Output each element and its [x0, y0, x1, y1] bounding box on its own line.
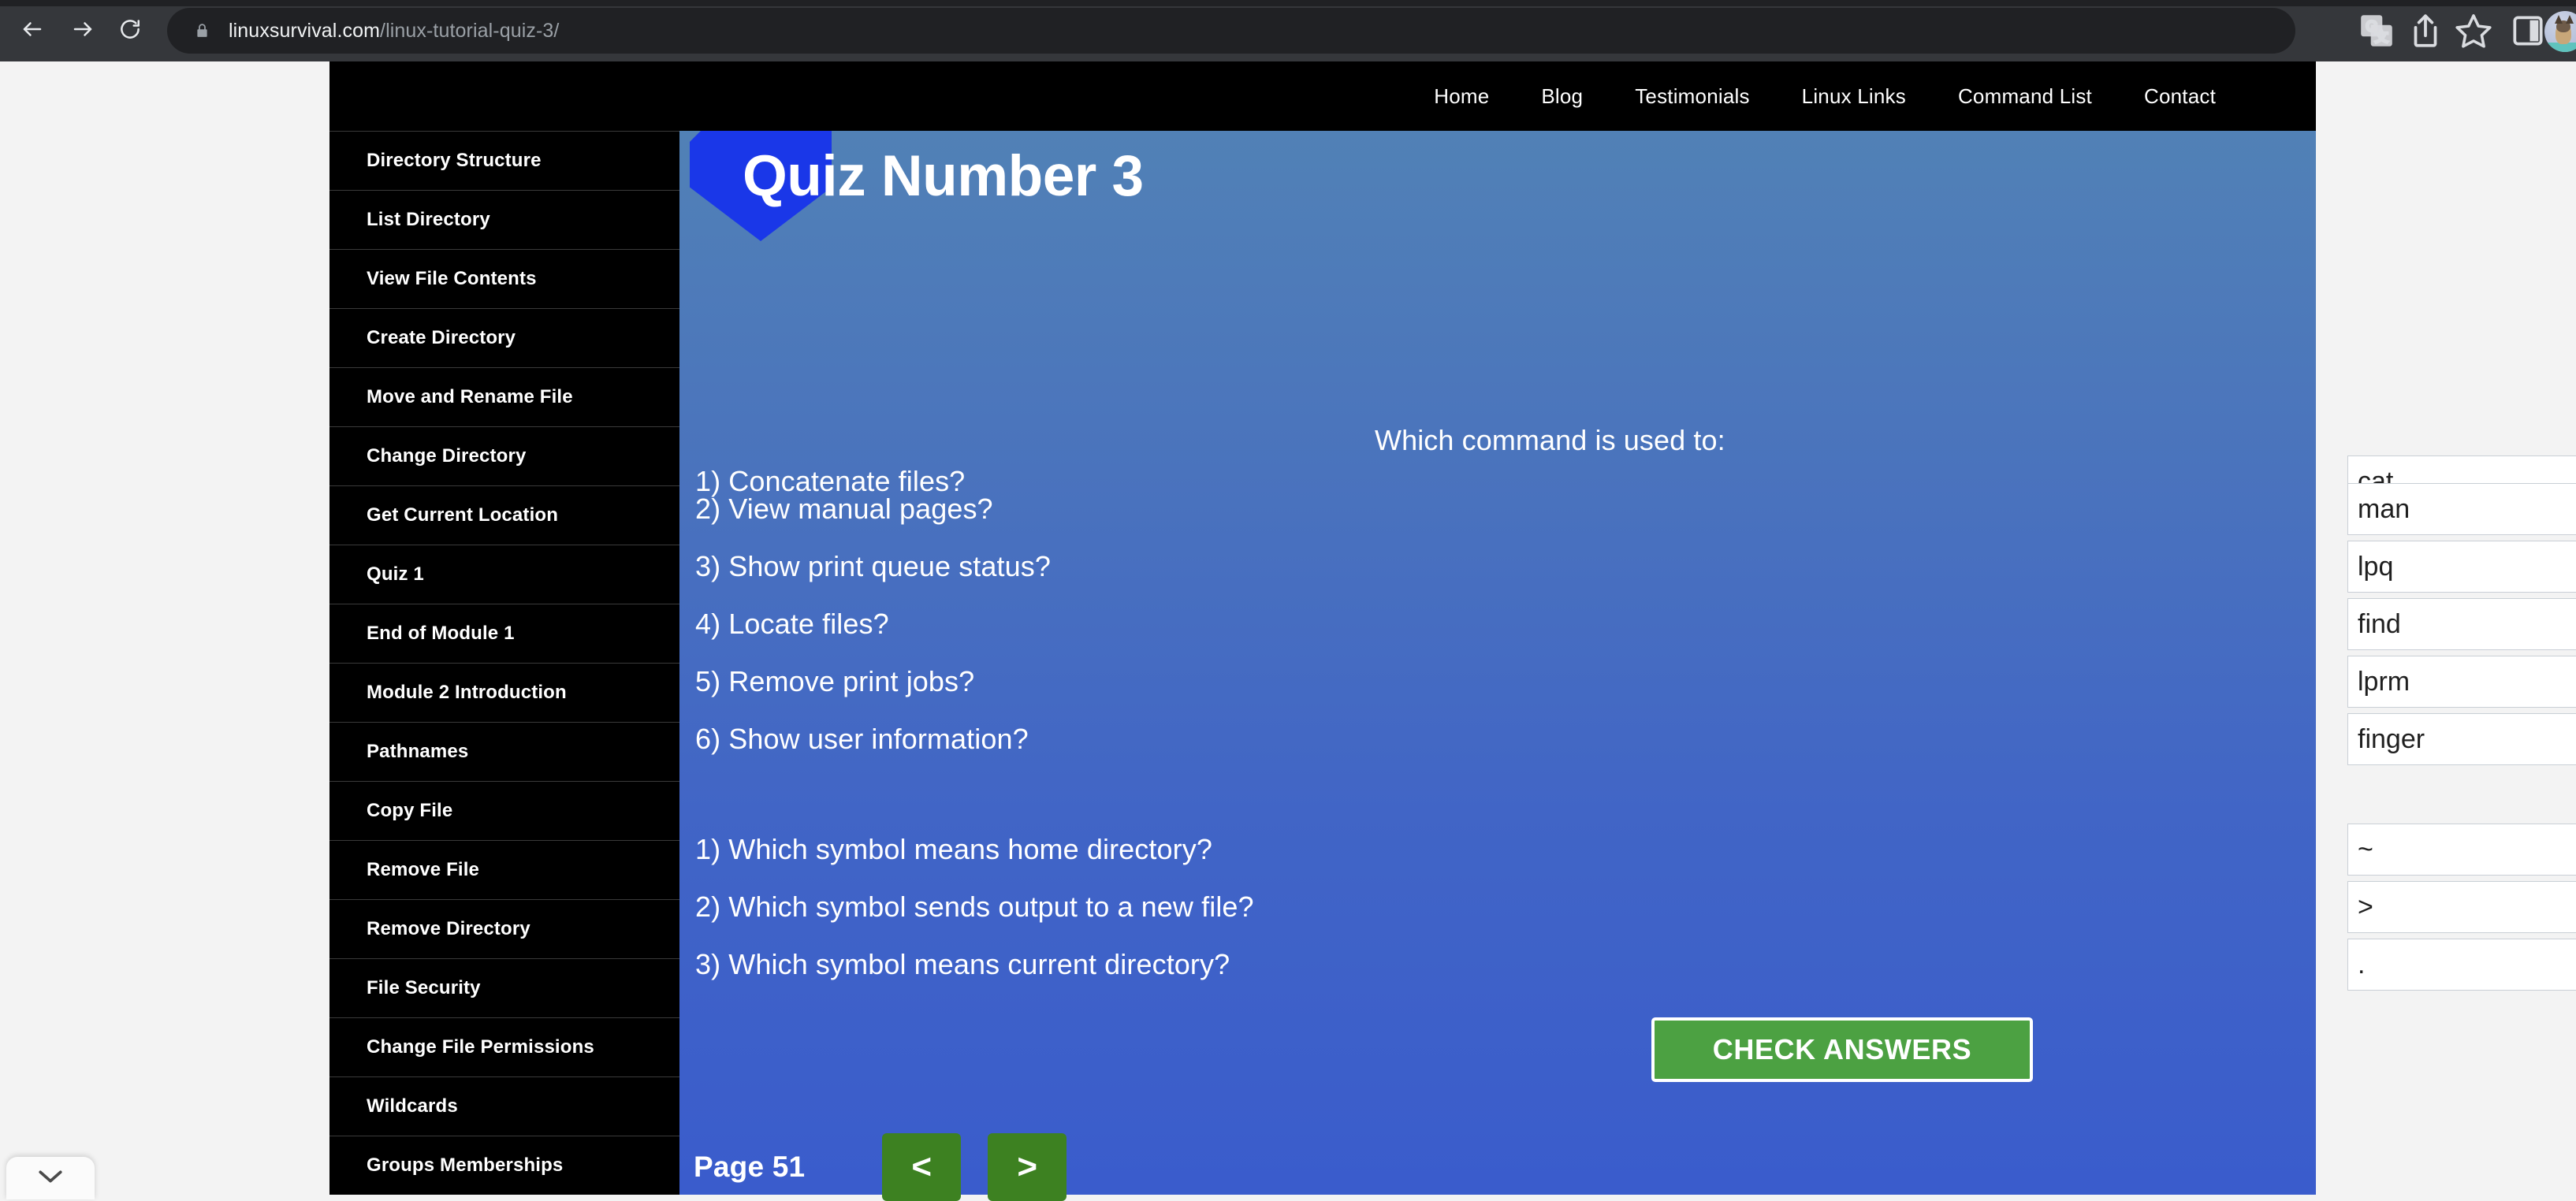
sidebar-item-remove-directory[interactable]: Remove Directory — [329, 899, 679, 958]
side-panel-icon[interactable] — [2508, 11, 2548, 50]
site-nav: Home Blog Testimonials Linux Links Comma… — [1408, 61, 2242, 131]
bookmark-star-icon[interactable] — [2454, 11, 2493, 50]
quiz-row: 3) Which symbol means current directory?… — [695, 935, 2576, 994]
sidebar-item-change-directory[interactable]: Change Directory — [329, 426, 679, 485]
translate-icon[interactable]: G 文 — [2357, 11, 2396, 50]
sidebar-item-copy-file[interactable]: Copy File — [329, 781, 679, 840]
quiz-row: 1) Which symbol means home directory? ~ — [695, 820, 2576, 879]
nav-link-linux-links[interactable]: Linux Links — [1776, 84, 1932, 109]
sidebar-item-label: Get Current Location — [367, 504, 559, 526]
check-answers-button[interactable]: CHECK ANSWERS — [1651, 1017, 2033, 1082]
quiz-row: 4) Locate files? find — [695, 595, 2576, 653]
sidebar-item-move-and-rename-file[interactable]: Move and Rename File — [329, 367, 679, 426]
previous-page-button[interactable]: < — [882, 1133, 962, 1201]
answer-input-6[interactable]: finger — [2347, 713, 2576, 765]
nav-link-contact[interactable]: Contact — [2118, 84, 2242, 109]
sidebar-item-label: Directory Structure — [367, 150, 542, 171]
sidebar-item-label: Move and Rename File — [367, 386, 573, 407]
site-sidebar: Directory Structure List Directory View … — [329, 61, 679, 1195]
sidebar-item-module-2-introduction[interactable]: Module 2 Introduction — [329, 663, 679, 722]
sidebar-item-list-directory[interactable]: List Directory — [329, 190, 679, 249]
sidebar-item-end-of-module-1[interactable]: End of Module 1 — [329, 604, 679, 663]
sidebar-item-directory-structure[interactable]: Directory Structure — [329, 131, 679, 190]
back-button[interactable] — [11, 9, 54, 52]
forward-button[interactable] — [61, 9, 104, 52]
sidebar-item-view-file-contents[interactable]: View File Contents — [329, 249, 679, 308]
sidebar-item-label: Change Directory — [367, 445, 527, 467]
sidebar-item-label: Change File Permissions — [367, 1036, 594, 1058]
address-bar[interactable]: linuxsurvival.com/linux-tutorial-quiz-3/ — [167, 8, 2295, 54]
sidebar-item-label: List Directory — [367, 209, 490, 230]
svg-text:文: 文 — [2375, 30, 2388, 45]
browser-tabstrip — [0, 0, 2576, 6]
sidebar-item-quiz-1[interactable]: Quiz 1 — [329, 545, 679, 604]
sidebar-item-label: Pathnames — [367, 741, 469, 762]
sidebar-item-label: Remove Directory — [367, 918, 530, 939]
lock-icon — [192, 20, 211, 41]
profile-avatar[interactable] — [2544, 11, 2576, 52]
sidebar-item-label: Quiz 1 — [367, 563, 424, 585]
nav-link-command-list[interactable]: Command List — [1932, 84, 2118, 109]
url-path: /linux-tutorial-quiz-3/ — [380, 19, 560, 42]
answer-input-3[interactable]: lpq — [2347, 541, 2576, 593]
reload-button[interactable] — [109, 9, 151, 52]
sidebar-item-file-security[interactable]: File Security — [329, 958, 679, 1017]
quiz-title-row: Quiz Number 3 — [679, 131, 2316, 249]
sidebar-item-label: End of Module 1 — [367, 623, 515, 644]
sidebar-item-label: Groups Memberships — [367, 1155, 564, 1176]
sidebar-item-label: View File Contents — [367, 268, 537, 289]
avatar-cat-ear-left — [2555, 15, 2563, 24]
sidebar-item-create-directory[interactable]: Create Directory — [329, 308, 679, 367]
page-title: Quiz Number 3 — [743, 144, 1144, 208]
question-label: 2) Which symbol sends output to a new fi… — [695, 891, 1254, 923]
sidebar-item-label: Wildcards — [367, 1095, 458, 1117]
symbol-answer-input-3[interactable]: . — [2347, 939, 2576, 991]
quiz-row: 5) Remove print jobs? lprm — [695, 653, 2576, 711]
quiz-row: 2) View manual pages? man — [695, 480, 2576, 538]
sidebar-item-wildcards[interactable]: Wildcards — [329, 1076, 679, 1136]
question-label: 6) Show user information? — [695, 723, 1029, 755]
chevron-down-icon — [37, 1168, 64, 1189]
forward-arrow-icon — [71, 17, 95, 45]
symbol-answer-input-1[interactable]: ~ — [2347, 824, 2576, 876]
downloads-expander-button[interactable] — [6, 1157, 95, 1199]
sidebar-item-label: Copy File — [367, 800, 453, 821]
next-page-button[interactable]: > — [988, 1133, 1067, 1201]
nav-link-home[interactable]: Home — [1408, 84, 1515, 109]
question-label: 1) Which symbol means home directory? — [695, 833, 1212, 865]
sidebar-item-change-file-permissions[interactable]: Change File Permissions — [329, 1017, 679, 1076]
nav-link-testimonials[interactable]: Testimonials — [1609, 84, 1775, 109]
sidebar-item-remove-file[interactable]: Remove File — [329, 840, 679, 899]
question-label: 4) Locate files? — [695, 608, 889, 640]
url-domain: linuxsurvival.com — [229, 19, 381, 42]
share-icon[interactable] — [2406, 11, 2445, 50]
sidebar-item-groups-memberships[interactable]: Groups Memberships — [329, 1136, 679, 1195]
sidebar-item-pathnames[interactable]: Pathnames — [329, 722, 679, 781]
question-label: 3) Show print queue status? — [695, 550, 1051, 582]
sidebar-item-get-current-location[interactable]: Get Current Location — [329, 485, 679, 545]
reload-icon — [118, 17, 142, 45]
quiz-row: 2) Which symbol sends output to a new fi… — [695, 878, 2576, 936]
page-viewport: Home Blog Testimonials Linux Links Comma… — [0, 61, 2576, 1201]
pagination: Page 51 < > — [694, 1133, 1093, 1201]
answer-input-2[interactable]: man — [2347, 483, 2576, 535]
browser-chrome: linuxsurvival.com/linux-tutorial-quiz-3/… — [0, 0, 2576, 61]
back-arrow-icon — [20, 17, 44, 45]
quiz-row: 3) Show print queue status? lpq — [695, 537, 2576, 596]
sidebar-item-label: Remove File — [367, 859, 480, 880]
answer-input-4[interactable]: find — [2347, 598, 2576, 650]
sidebar-item-label: Create Directory — [367, 327, 516, 348]
symbol-answer-input-2[interactable]: > — [2347, 881, 2576, 933]
page-number-label: Page 51 — [694, 1151, 806, 1183]
sidebar-item-label: Module 2 Introduction — [367, 682, 567, 703]
url-text: linuxsurvival.com/linux-tutorial-quiz-3/ — [229, 20, 559, 43]
quiz-row: 6) Show user information? finger — [695, 710, 2576, 768]
avatar-cat-ear-right — [2566, 15, 2574, 24]
sidebar-item-label: File Security — [367, 977, 481, 998]
question-label: 2) View manual pages? — [695, 493, 993, 525]
answer-input-5[interactable]: lprm — [2347, 656, 2576, 708]
nav-link-blog[interactable]: Blog — [1515, 84, 1609, 109]
question-label: 3) Which symbol means current directory? — [695, 948, 1230, 980]
question-label: 5) Remove print jobs? — [695, 665, 975, 697]
